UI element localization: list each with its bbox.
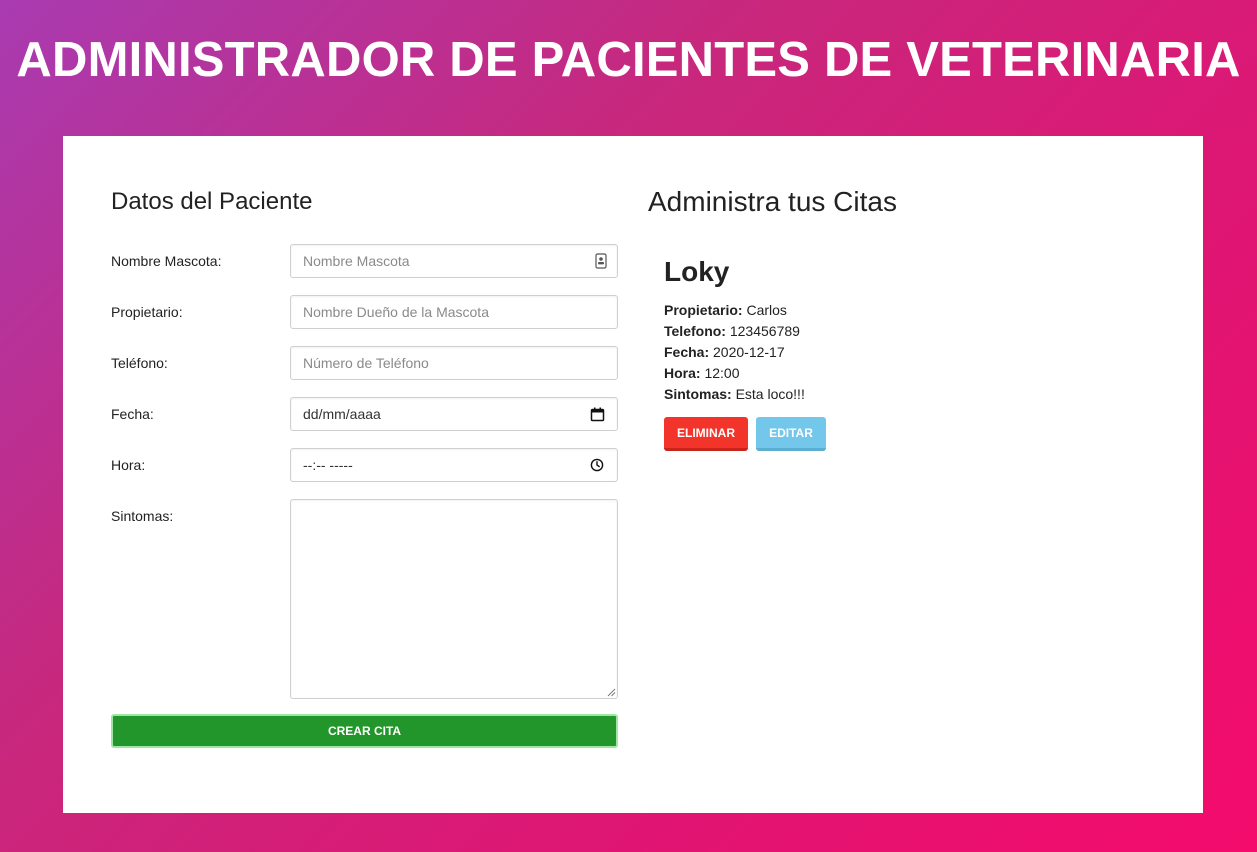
time-value: 12:00 bbox=[704, 365, 740, 381]
telefono-label: Teléfono: bbox=[111, 355, 168, 371]
owner-value: Carlos bbox=[746, 302, 787, 318]
resize-grip-icon[interactable] bbox=[607, 688, 616, 697]
phone-value: 123456789 bbox=[729, 323, 800, 339]
propietario-label: Propietario: bbox=[111, 304, 183, 320]
mascota-field-wrapper bbox=[290, 244, 618, 278]
date-row: Fecha: 2020-12-17 bbox=[664, 342, 826, 363]
date-label: Fecha: bbox=[664, 344, 710, 360]
mascota-label: Nombre Mascota: bbox=[111, 253, 222, 269]
propietario-input[interactable] bbox=[290, 295, 618, 329]
hora-input[interactable]: --:-- ----- bbox=[290, 448, 618, 482]
telefono-input[interactable] bbox=[290, 346, 618, 380]
contact-card-icon[interactable] bbox=[593, 253, 609, 269]
hora-value: --:-- ----- bbox=[303, 457, 353, 473]
time-row: Hora: 12:00 bbox=[664, 363, 826, 384]
symptoms-value: Esta loco!!! bbox=[735, 386, 805, 402]
sintomas-wrapper bbox=[290, 499, 618, 699]
date-value: 2020-12-17 bbox=[713, 344, 785, 360]
mascota-input[interactable] bbox=[290, 244, 618, 278]
clock-icon[interactable] bbox=[589, 457, 605, 473]
phone-row: Telefono: 123456789 bbox=[664, 321, 826, 342]
time-label: Hora: bbox=[664, 365, 701, 381]
appointment-actions: ELIMINAR EDITAR bbox=[664, 417, 826, 451]
fecha-input[interactable]: dd/mm/aaaa bbox=[290, 397, 618, 431]
fecha-value: dd/mm/aaaa bbox=[303, 406, 381, 422]
owner-label: Propietario: bbox=[664, 302, 743, 318]
main-panel: Datos del Paciente Nombre Mascota: Propi… bbox=[63, 136, 1203, 813]
form-heading: Datos del Paciente bbox=[111, 188, 313, 215]
appointment-card: Loky Propietario: Carlos Telefono: 12345… bbox=[664, 256, 826, 451]
sintomas-label: Sintomas: bbox=[111, 508, 174, 524]
citas-heading: Administra tus Citas bbox=[648, 186, 897, 217]
symptoms-row: Sintomas: Esta loco!!! bbox=[664, 384, 826, 405]
delete-button[interactable]: ELIMINAR bbox=[664, 417, 748, 451]
phone-label: Telefono: bbox=[664, 323, 726, 339]
create-appointment-button[interactable]: CREAR CITA bbox=[111, 714, 618, 748]
page-title: ADMINISTRADOR DE PACIENTES DE VETERINARI… bbox=[16, 33, 1241, 87]
calendar-icon[interactable] bbox=[589, 406, 605, 422]
owner-row: Propietario: Carlos bbox=[664, 300, 826, 321]
symptoms-label: Sintomas: bbox=[664, 386, 732, 402]
sintomas-textarea[interactable] bbox=[290, 499, 618, 699]
hora-label: Hora: bbox=[111, 457, 146, 473]
pet-name: Loky bbox=[664, 256, 730, 287]
fecha-label: Fecha: bbox=[111, 406, 154, 422]
edit-button[interactable]: EDITAR bbox=[756, 417, 826, 451]
